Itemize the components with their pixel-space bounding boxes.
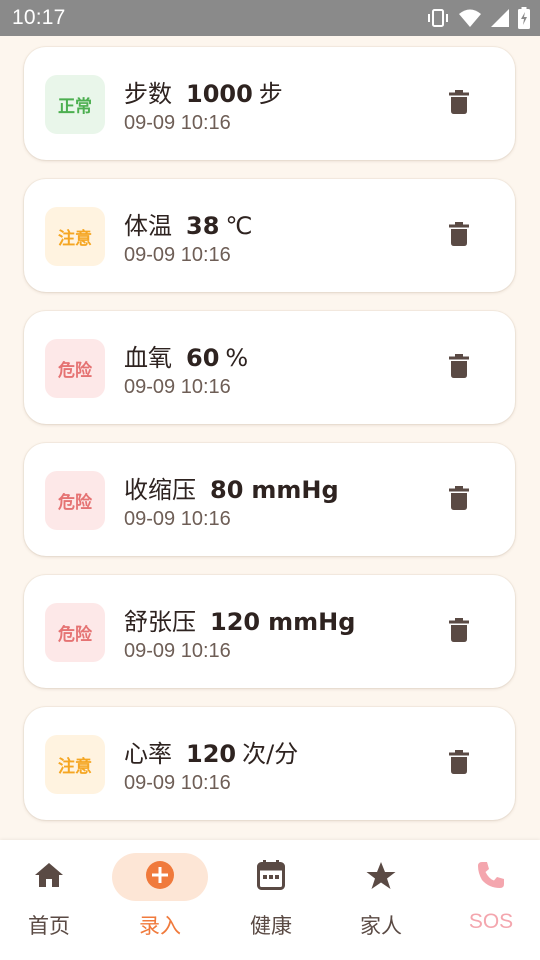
record-title: 舒张压 120 mmHg: [124, 602, 355, 637]
record-unit: 次/分: [242, 740, 299, 768]
nav-item-sos[interactable]: SOS: [436, 840, 540, 960]
record-title: 步数 1000 步: [124, 74, 283, 109]
nav-label: SOS: [468, 910, 514, 933]
nav-pill: [1, 853, 97, 901]
status-badge: 危险: [45, 603, 105, 662]
record-time: 09-09 10:16: [124, 112, 231, 134]
trash-icon: [449, 750, 469, 778]
trash-icon: [449, 354, 469, 382]
record-value: 60: [186, 344, 220, 372]
record-unit: %: [225, 344, 249, 372]
delete-button[interactable]: [444, 617, 474, 647]
trash-icon: [449, 618, 469, 646]
vibrate-icon: [426, 7, 450, 29]
record-card-heart-rate[interactable]: 注意 心率 120 次/分 09-09 10:16: [24, 707, 515, 820]
nav-pill: [223, 853, 319, 901]
nav-item-family[interactable]: 家人: [326, 840, 436, 960]
record-card-diastolic[interactable]: 危险 舒张压 120 mmHg 09-09 10:16: [24, 575, 515, 688]
status-badge: 危险: [45, 339, 105, 398]
delete-button[interactable]: [444, 485, 474, 515]
record-title: 体温 38 ℃: [124, 206, 252, 241]
status-time: 10:17: [12, 6, 66, 29]
record-time: 09-09 10:16: [124, 640, 231, 662]
record-name: 体温: [124, 212, 172, 240]
delete-button[interactable]: [444, 749, 474, 779]
record-card-blood-oxygen[interactable]: 危险 血氧 60% 09-09 10:16: [24, 311, 515, 424]
nav-pill: [112, 853, 208, 901]
trash-icon: [449, 222, 469, 250]
nav-pill: [333, 853, 429, 901]
nav-item-entry[interactable]: 录入: [105, 840, 215, 960]
record-unit: mmHg: [251, 476, 339, 504]
calendar-icon: [257, 860, 285, 894]
record-unit: ℃: [225, 212, 253, 240]
trash-icon: [449, 486, 469, 514]
record-title: 血氧 60%: [124, 338, 248, 373]
nav-item-health[interactable]: 健康: [216, 840, 326, 960]
nav-item-home[interactable]: 首页: [0, 840, 104, 960]
nav-label: 家人: [360, 914, 402, 938]
record-time: 09-09 10:16: [124, 376, 231, 398]
record-title: 收缩压 80 mmHg: [124, 470, 339, 505]
record-unit: mmHg: [268, 608, 356, 636]
record-name: 舒张压: [124, 608, 196, 636]
status-badge: 正常: [45, 75, 105, 134]
add-circle-icon: [145, 860, 175, 894]
record-time: 09-09 10:16: [124, 772, 231, 794]
record-card-temperature[interactable]: 注意 体温 38 ℃ 09-09 10:16: [24, 179, 515, 292]
record-name: 心率: [124, 740, 172, 768]
record-value: 120: [210, 608, 261, 636]
home-icon: [34, 862, 64, 892]
nav-label: 录入: [139, 914, 181, 938]
wifi-icon: [458, 8, 482, 28]
record-title: 心率 120 次/分: [124, 734, 298, 769]
phone-icon: [476, 860, 506, 894]
record-value: 38: [186, 212, 220, 240]
nav-label: 健康: [250, 914, 292, 938]
record-card-steps[interactable]: 正常 步数 1000 步 09-09 10:16: [24, 47, 515, 160]
record-value: 1000: [186, 80, 253, 108]
record-name: 收缩压: [124, 476, 196, 504]
record-card-systolic[interactable]: 危险 收缩压 80 mmHg 09-09 10:16: [24, 443, 515, 556]
record-name: 步数: [124, 80, 172, 108]
signal-icon: [490, 8, 510, 28]
status-badge: 危险: [45, 471, 105, 530]
record-list[interactable]: 正常 步数 1000 步 09-09 10:16 注意 体温 38 ℃ 09-09 10…: [0, 36, 540, 840]
record-value: 120: [186, 740, 237, 768]
bottom-navigation: 首页 录入 健康 家人 SOS: [0, 840, 540, 960]
record-time: 09-09 10:16: [124, 244, 231, 266]
status-badge: 注意: [45, 207, 105, 266]
record-name: 血氧: [124, 344, 172, 372]
status-bar: 10:17: [0, 0, 540, 36]
delete-button[interactable]: [444, 353, 474, 383]
delete-button[interactable]: [444, 221, 474, 251]
nav-pill: [443, 853, 539, 901]
delete-button[interactable]: [444, 89, 474, 119]
record-unit: 步: [258, 80, 283, 108]
battery-charging-icon: [518, 7, 530, 29]
status-badge: 注意: [45, 735, 105, 794]
status-icons: [426, 7, 530, 29]
record-time: 09-09 10:16: [124, 508, 231, 530]
record-value: 80: [210, 476, 244, 504]
nav-label: 首页: [28, 914, 70, 938]
trash-icon: [449, 90, 469, 118]
star-icon: [366, 861, 396, 894]
